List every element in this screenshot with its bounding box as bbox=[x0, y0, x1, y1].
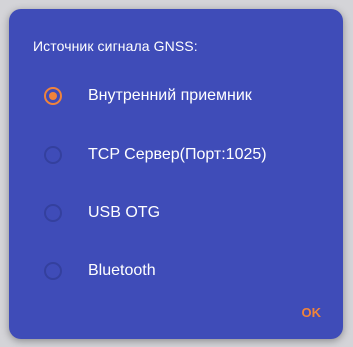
radio-selected-icon[interactable] bbox=[44, 87, 62, 105]
radio-unselected-icon[interactable] bbox=[44, 204, 62, 222]
option-label: Внутренний приемник bbox=[88, 87, 252, 104]
ok-button[interactable]: OK bbox=[298, 301, 326, 324]
gnss-source-dialog: Источник сигнала GNSS: Внутренний приемн… bbox=[9, 9, 343, 339]
option-tcp-server[interactable]: TCP Сервер(Порт:1025) bbox=[25, 135, 335, 175]
dialog-title: Источник сигнала GNSS: bbox=[33, 38, 198, 54]
option-usb-otg[interactable]: USB OTG bbox=[25, 193, 335, 233]
option-internal-receiver[interactable]: Внутренний приемник bbox=[25, 76, 335, 116]
option-label: USB OTG bbox=[88, 204, 161, 221]
option-label: Bluetooth bbox=[88, 262, 156, 279]
option-bluetooth[interactable]: Bluetooth bbox=[25, 251, 335, 291]
radio-unselected-icon[interactable] bbox=[44, 146, 62, 164]
option-label: TCP Сервер(Порт:1025) bbox=[88, 146, 267, 163]
radio-unselected-icon[interactable] bbox=[44, 262, 62, 280]
